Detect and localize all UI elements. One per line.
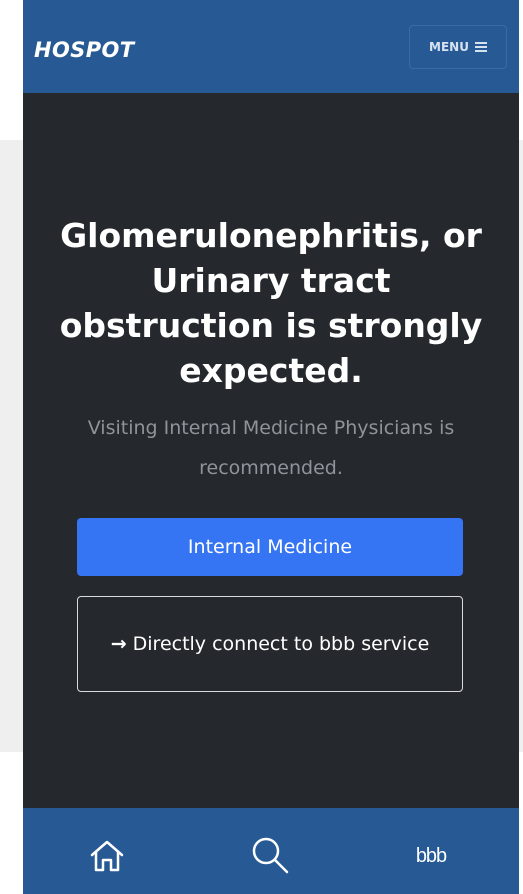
connect-service-button[interactable]: → Directly connect to bbb service: [77, 596, 463, 692]
arrow-right-icon: →: [110, 633, 127, 655]
home-icon: [90, 840, 124, 872]
top-navbar: HOSPOT MENU: [23, 0, 519, 93]
search-icon: [252, 837, 289, 874]
menu-label: MENU: [429, 40, 469, 54]
brand-logo[interactable]: HOSPOT: [34, 36, 135, 64]
nav-bbb[interactable]: bbb: [405, 830, 457, 882]
menu-button[interactable]: MENU: [409, 25, 507, 69]
connect-service-text: → Directly connect to bbb service: [111, 627, 430, 661]
nav-search[interactable]: [245, 830, 297, 882]
mobile-screen: HOSPOT MENU Glomerulonephritis, or Urina…: [23, 0, 519, 894]
bottom-navigation: bbb: [23, 808, 519, 894]
recommendation-text: Visiting Internal Medicine Physicians is…: [87, 417, 455, 479]
connect-service-label: Directly connect to bbb service: [132, 633, 430, 655]
internal-medicine-label: Internal Medicine: [187, 536, 353, 558]
internal-medicine-button[interactable]: Internal Medicine: [77, 518, 463, 576]
hamburger-icon: [474, 42, 487, 52]
nav-home[interactable]: [81, 830, 133, 882]
diagnosis-headline: Glomerulonephritis, or Urinary tract obs…: [59, 216, 483, 390]
nav-bbb-label: bbb: [415, 844, 447, 867]
